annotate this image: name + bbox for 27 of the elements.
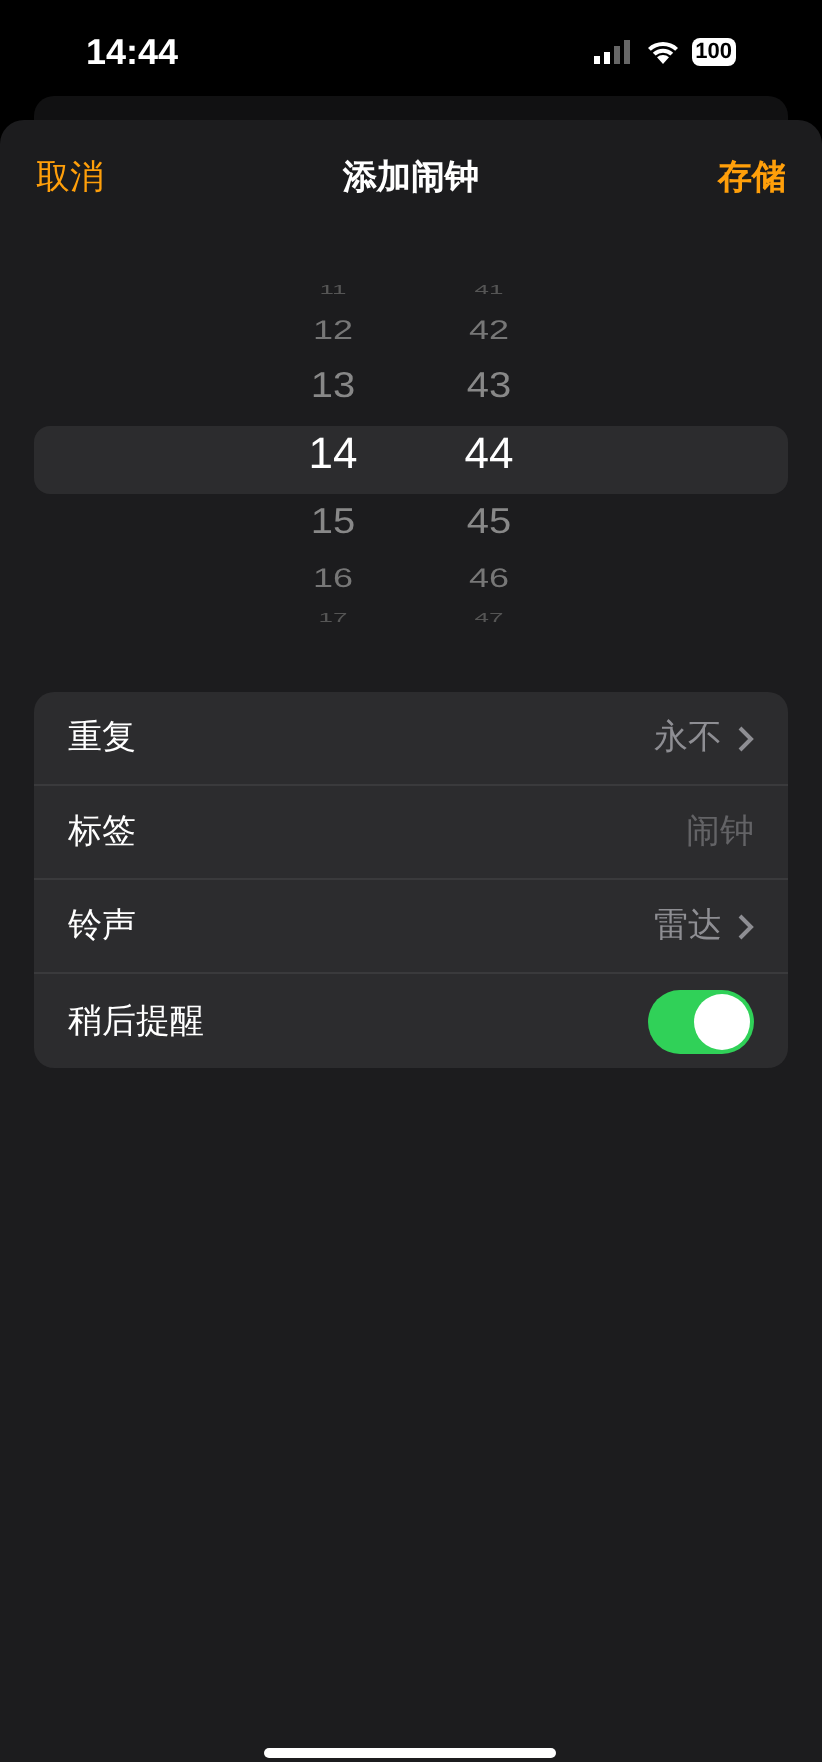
label-input-field[interactable]: 闹钟 [454, 806, 754, 858]
picker-value[interactable]: 13 [310, 359, 356, 413]
chevron-icon [738, 913, 754, 939]
setting-label: 稍后提醒 [68, 999, 204, 1044]
picker-value[interactable]: 44 [464, 416, 514, 492]
setting-value-link[interactable]: 永不 [654, 712, 754, 764]
picker-value[interactable]: 12 [312, 310, 354, 350]
setting-label: 标签 [68, 810, 136, 855]
picker-value[interactable]: 45 [466, 495, 512, 549]
picker-value[interactable]: 15 [310, 495, 356, 549]
cancel-button[interactable]: 取消 [36, 152, 104, 204]
signal-icon [593, 40, 634, 64]
picker-value[interactable]: 46 [468, 558, 510, 598]
chevron-icon [738, 725, 754, 751]
setting-value-link[interactable]: 雷达 [654, 900, 754, 952]
picker-value[interactable]: 42 [468, 310, 510, 350]
picker-value[interactable]: 14 [308, 416, 358, 492]
wifi-icon [645, 40, 680, 64]
setting-label: 重复 [68, 716, 136, 761]
status-time: 14:44 [86, 29, 179, 75]
picker-value[interactable]: 43 [466, 359, 512, 413]
snooze-toggle[interactable] [648, 989, 754, 1053]
picker-value[interactable]: 16 [312, 558, 354, 598]
setting-label: 铃声 [68, 904, 136, 949]
battery-level: 100 [691, 38, 736, 66]
save-button[interactable]: 存储 [718, 152, 786, 204]
sheet-title: 添加闹钟 [343, 156, 479, 201]
